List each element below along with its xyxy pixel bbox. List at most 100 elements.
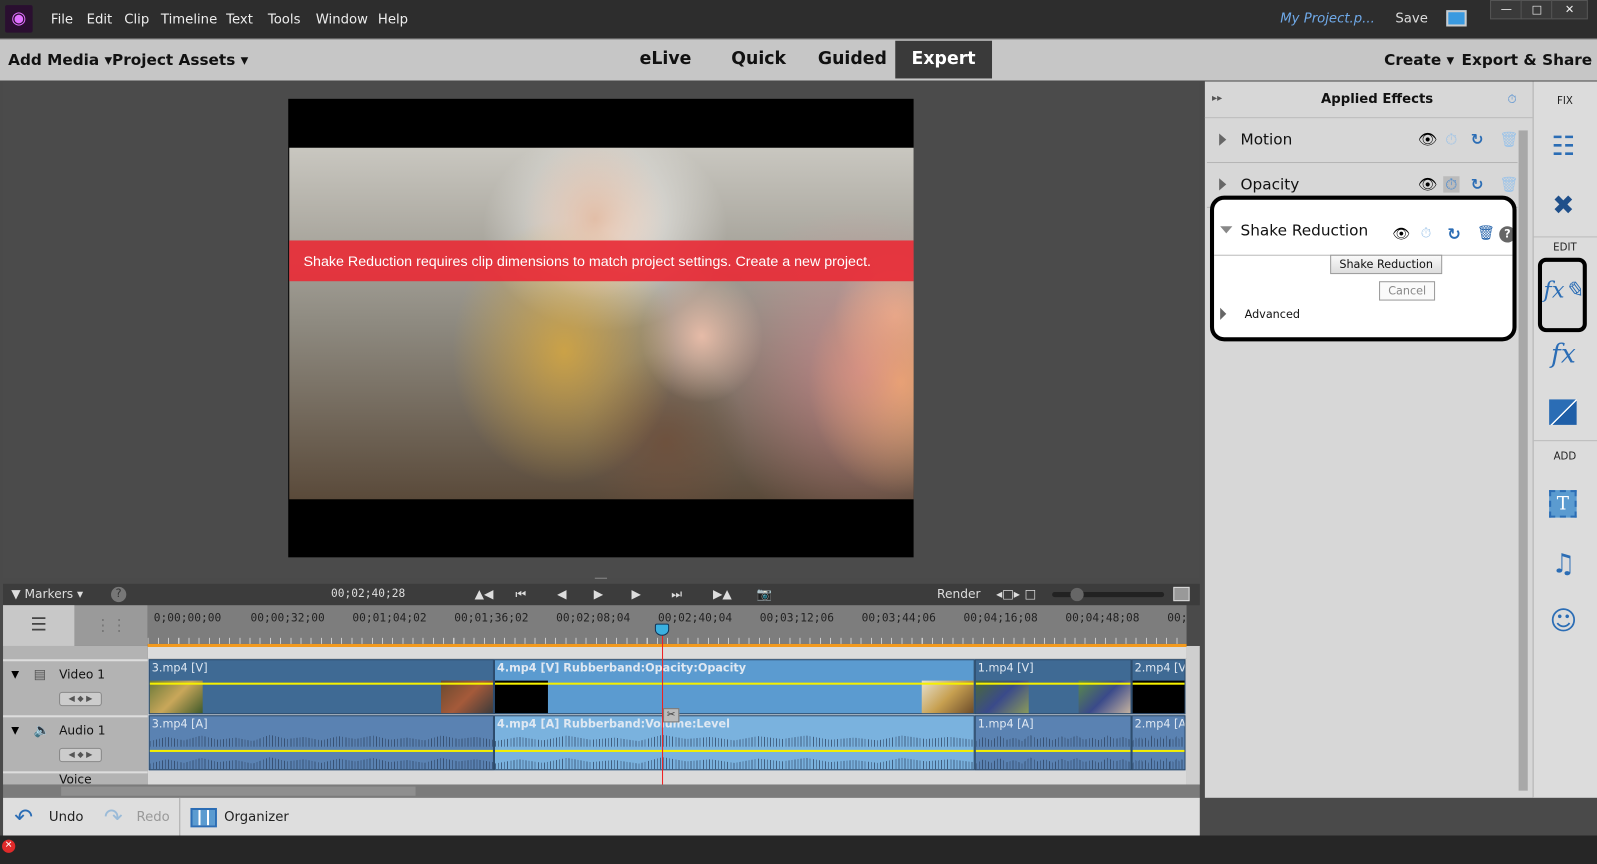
menu-help[interactable]: Help <box>378 12 408 27</box>
timeline-vertical-scrollbar[interactable] <box>1186 645 1200 785</box>
resize-grip[interactable] <box>594 577 608 582</box>
video-clip[interactable]: 1.mp4 [V] <box>974 659 1132 715</box>
audio-clip[interactable]: 4.mp4 [A] Rubberband:Volume:Level <box>493 715 975 771</box>
effect-motion[interactable]: Motion 👁 ⏱ ↻ 🗑 <box>1206 118 1519 164</box>
fit-timeline-icon[interactable]: ◂□▸ <box>996 587 1020 601</box>
tools-icon[interactable]: ✖ <box>1543 185 1584 226</box>
minimize-button[interactable]: — <box>1490 0 1523 20</box>
collapse-icon[interactable] <box>1220 226 1233 234</box>
fullscreen-icon[interactable] <box>1446 10 1467 27</box>
trash-icon[interactable]: 🗑 <box>1477 225 1495 241</box>
scrollbar-thumb[interactable] <box>61 786 416 796</box>
scissors-icon[interactable]: ✂ <box>663 708 680 723</box>
transitions-icon[interactable] <box>1549 399 1577 425</box>
video-clip[interactable]: 2.mp4 [V] <box>1131 659 1186 715</box>
clip-label: 4.mp4 [V] Rubberband:Opacity:Opacity <box>497 661 747 675</box>
collapse-panel-icon[interactable]: ▸▸ <box>1212 93 1222 104</box>
keyframe-nav[interactable]: ◀ ◆ ▶ <box>59 747 102 763</box>
bottom-bar <box>3 797 1200 836</box>
audio-waveform-icon[interactable]: ⋮⋮ <box>74 605 147 646</box>
cancel-button[interactable]: Cancel <box>1379 281 1436 301</box>
timer-icon[interactable]: ⏱ <box>1507 92 1517 107</box>
audio-clip[interactable]: 2.mp4 [A] <box>1131 715 1186 771</box>
zoom-slider-handle[interactable] <box>1070 587 1084 602</box>
menu-file[interactable]: File <box>51 12 73 27</box>
trash-icon[interactable]: 🗑 <box>1499 176 1518 192</box>
keyframe-nav[interactable]: ◀ ◆ ▶ <box>59 691 102 707</box>
go-to-end-icon[interactable]: ⏭ <box>671 587 682 602</box>
video-clip[interactable]: 3.mp4 [V] <box>148 659 494 715</box>
play-icon[interactable]: ▶ <box>594 587 603 601</box>
menu-window[interactable]: Window <box>316 12 368 27</box>
maximize-button[interactable]: □ <box>1520 0 1554 20</box>
expand-icon[interactable] <box>1220 307 1227 320</box>
playhead-handle[interactable] <box>654 623 670 636</box>
menu-tools[interactable]: Tools <box>268 12 301 27</box>
clip-label: 2.mp4 [A] <box>1134 717 1186 731</box>
keyframe-timer-icon[interactable]: ⏱ <box>1421 226 1431 241</box>
titles-icon[interactable]: T <box>1549 490 1577 518</box>
render-button[interactable]: Render <box>937 587 981 601</box>
help-icon[interactable]: ? <box>111 586 127 603</box>
create-dropdown[interactable]: Create ▾ <box>1384 51 1454 69</box>
step-forward-icon[interactable]: ▶ <box>631 587 640 601</box>
menu-timeline[interactable]: Timeline <box>161 12 217 27</box>
zoom-slider[interactable] <box>1052 591 1165 598</box>
close-button[interactable]: ✕ <box>1551 0 1588 20</box>
collapse-icon[interactable]: ▼ <box>11 725 19 736</box>
step-back-icon[interactable]: ◀ <box>557 587 566 601</box>
camera-icon[interactable]: 📷 <box>757 587 772 601</box>
tab-expert[interactable]: Expert <box>895 40 992 79</box>
zoom-out-icon[interactable]: □ <box>1025 587 1037 601</box>
eye-icon[interactable]: 👁 <box>1418 176 1437 192</box>
track-options-icon[interactable]: ☰ <box>3 605 75 646</box>
expand-icon[interactable] <box>1219 178 1227 191</box>
video-clip[interactable]: 4.mp4 [V] Rubberband:Opacity:Opacity <box>493 659 975 715</box>
add-media-dropdown[interactable]: Add Media ▾ <box>8 51 112 69</box>
music-icon[interactable]: ♫ <box>1543 544 1584 585</box>
undo-icon[interactable]: ↶ <box>14 805 33 830</box>
advanced-toggle[interactable]: Advanced <box>1245 308 1300 321</box>
go-to-start-icon[interactable]: ⏮ <box>515 587 526 602</box>
expand-icon[interactable] <box>1219 133 1227 146</box>
undo-button[interactable]: Undo <box>49 810 84 825</box>
tab-guided[interactable]: Guided <box>802 41 904 79</box>
help-icon[interactable]: ? <box>1499 226 1513 243</box>
panel-title: Applied Effects <box>1320 91 1434 107</box>
menu-text[interactable]: Text <box>226 12 253 27</box>
keyframe-timer-icon[interactable]: ⏱ <box>1445 131 1457 147</box>
keyframe-timer-icon[interactable]: ⏱ <box>1443 176 1460 193</box>
panel-scrollbar[interactable] <box>1518 130 1528 791</box>
menu-clip[interactable]: Clip <box>124 12 149 27</box>
export-share-button[interactable]: Export & Share <box>1462 51 1593 69</box>
reset-icon[interactable]: ↻ <box>1447 224 1461 243</box>
graphics-icon[interactable]: ☺ <box>1543 601 1584 642</box>
effect-header[interactable]: Shake Reduction 👁 ⏱ ↻ 🗑 ? <box>1214 200 1513 256</box>
reset-icon[interactable]: ↻ <box>1471 131 1484 147</box>
fx-effects-icon[interactable]: fx <box>1543 334 1584 375</box>
eye-icon[interactable]: 👁 <box>1418 131 1437 147</box>
markers-dropdown[interactable]: ▼ Markers ▾ <box>11 587 83 601</box>
tab-elive[interactable]: eLive <box>623 41 707 79</box>
organizer-icon[interactable] <box>190 807 217 828</box>
zoom-in-icon[interactable] <box>1173 586 1190 602</box>
tab-quick[interactable]: Quick <box>715 41 802 79</box>
eye-icon[interactable]: 👁 <box>1392 226 1410 242</box>
adjustments-icon[interactable]: ☷ <box>1543 126 1584 167</box>
effect-name: Motion <box>1240 130 1293 149</box>
shake-reduction-button[interactable]: Shake Reduction <box>1330 254 1443 275</box>
menu-edit[interactable]: Edit <box>87 12 113 27</box>
go-to-in-icon[interactable]: ▲◀ <box>475 587 494 601</box>
project-assets-dropdown[interactable]: Project Assets ▾ <box>112 51 248 69</box>
organizer-button[interactable]: Organizer <box>224 810 289 825</box>
audio-clip[interactable]: 1.mp4 [A] <box>974 715 1132 771</box>
redo-icon[interactable]: ↷ <box>104 805 123 830</box>
error-icon[interactable]: ✕ <box>2 839 16 853</box>
save-button[interactable]: Save <box>1395 11 1428 26</box>
audio-clip[interactable]: 3.mp4 [A] <box>148 715 494 771</box>
go-to-out-icon[interactable]: ▶▲ <box>713 587 732 601</box>
collapse-icon[interactable]: ▼ <box>11 669 19 680</box>
trash-icon[interactable]: 🗑 <box>1499 131 1518 147</box>
redo-button[interactable]: Redo <box>136 810 169 825</box>
reset-icon[interactable]: ↻ <box>1471 176 1484 192</box>
